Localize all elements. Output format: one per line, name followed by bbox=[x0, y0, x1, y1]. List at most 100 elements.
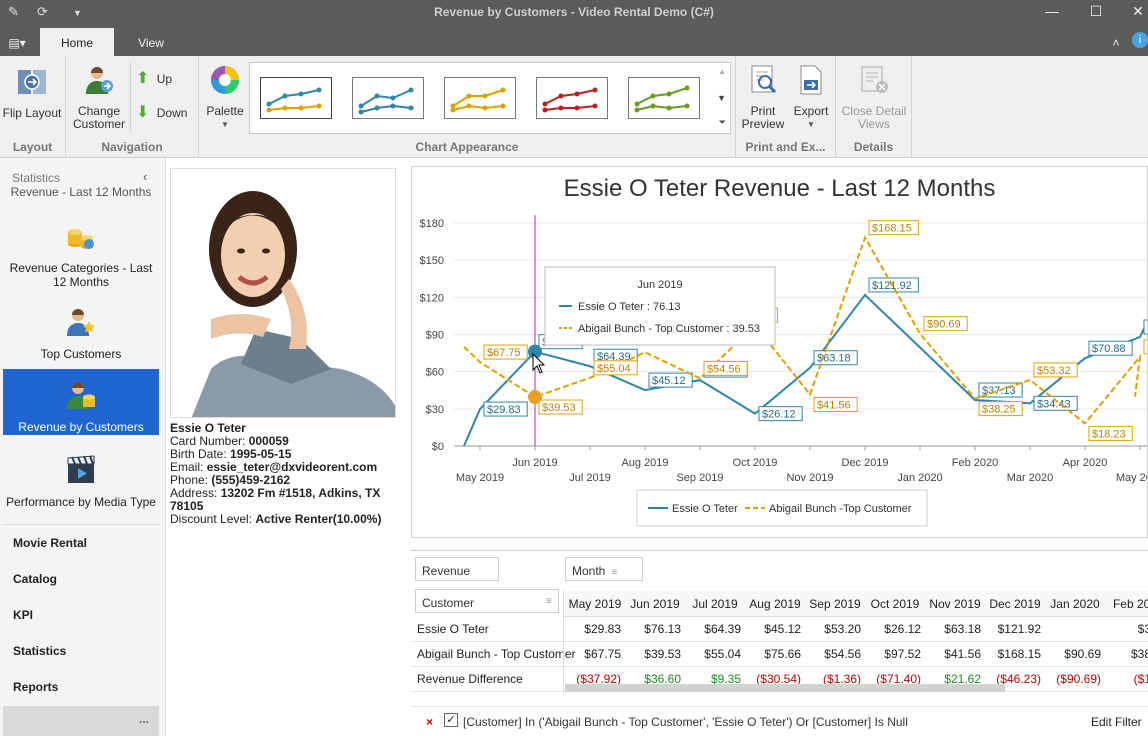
filter-enabled-checkbox[interactable]: ✓ bbox=[444, 713, 458, 727]
nav-group-catalog[interactable]: Catalog bbox=[13, 572, 57, 586]
chart-style-4[interactable] bbox=[536, 77, 608, 119]
sidebar-item-revenue-categories[interactable]: Revenue Categories - Last 12 Months bbox=[3, 220, 159, 289]
collapse-sidebar-icon[interactable]: ‹ bbox=[143, 169, 147, 184]
sidebar-item-label: Top Customers bbox=[40, 347, 122, 361]
export-icon bbox=[800, 65, 822, 95]
y-tick-label: $60 bbox=[426, 367, 444, 379]
tab-view[interactable]: View bbox=[124, 28, 178, 56]
nav-group-kpi[interactable]: KPI bbox=[13, 608, 33, 622]
export-button[interactable]: Export ▼ bbox=[788, 64, 834, 131]
filter-expression: [Customer] In ('Abigail Bunch - Top Cust… bbox=[463, 715, 908, 729]
collapse-ribbon-icon[interactable]: ˄ bbox=[1106, 28, 1126, 56]
up-button[interactable]: ⬆ Up bbox=[136, 71, 190, 87]
x-tick-label: Jun 2019 bbox=[512, 457, 557, 469]
data-label: $53.32 bbox=[1037, 365, 1071, 377]
row-header: Abigail Bunch - Top Customer bbox=[417, 647, 576, 661]
change-customer-button[interactable]: Change Customer bbox=[70, 64, 128, 131]
legend-item-essie[interactable]: Essie O Teter bbox=[672, 503, 738, 515]
flip-layout-button[interactable]: Flip Layout bbox=[2, 66, 62, 120]
x-tick-label: Jan 2020 bbox=[897, 472, 942, 484]
layout-group: Flip Layout Layout bbox=[0, 56, 66, 158]
tooltip-title: Jun 2019 bbox=[637, 279, 682, 291]
layout-group-label: Layout bbox=[12, 140, 53, 154]
chart-style-1[interactable] bbox=[260, 77, 332, 119]
x-tick-label: Apr 2020 bbox=[1063, 457, 1108, 469]
phone-value: (555)459-2162 bbox=[211, 473, 291, 487]
row-field-customer[interactable]: Customer ≡ bbox=[415, 589, 559, 613]
customer-star-icon bbox=[67, 309, 95, 336]
horizontal-scrollbar[interactable] bbox=[565, 684, 1005, 692]
chart-style-2[interactable] bbox=[352, 77, 424, 119]
table-cell: ($1.1 bbox=[1133, 672, 1148, 686]
phone-label: Phone: bbox=[170, 473, 212, 487]
chart-style-gallery: ▲ ▼ ⏷ bbox=[249, 62, 731, 134]
y-tick-label: $30 bbox=[426, 404, 444, 416]
coins-chart-icon bbox=[68, 229, 94, 249]
maximize-button[interactable]: ☐ bbox=[1086, 3, 1106, 20]
gallery-scroll-down-icon[interactable]: ▼ bbox=[717, 93, 726, 103]
info-icon[interactable]: i bbox=[1132, 32, 1148, 48]
minimize-button[interactable]: — bbox=[1042, 3, 1062, 19]
close-detail-views-button[interactable]: Close Detail Views bbox=[840, 64, 908, 131]
chart-style-3[interactable] bbox=[444, 77, 516, 119]
column-field-month[interactable]: Month ≡ bbox=[565, 557, 643, 581]
edit-filter-button[interactable]: Edit Filter bbox=[1091, 715, 1142, 729]
x-tick-label: Oct 2019 bbox=[733, 457, 778, 469]
close-button[interactable]: ✕ bbox=[1128, 3, 1148, 20]
navigation-sidebar: Statistics ‹ Revenue - Last 12 Months Re… bbox=[0, 158, 166, 736]
app-menu-icon[interactable]: ▤▾ bbox=[2, 28, 32, 56]
x-tick-label: Aug 2019 bbox=[621, 457, 668, 469]
x-tick-label: Sep 2019 bbox=[676, 472, 723, 484]
filter-sort-icon: ≡ bbox=[546, 596, 552, 607]
sidebar-item-performance-by-media-type[interactable]: Performance by Media Type bbox=[3, 454, 159, 510]
tab-home[interactable]: Home bbox=[40, 28, 114, 56]
column-header: Jun 2019 bbox=[630, 597, 680, 611]
palette-button[interactable]: Palette ▼ bbox=[203, 64, 247, 131]
tooltip-line-essie: Essie O Teter : 76.13 bbox=[578, 301, 681, 313]
table-cell: $29.83 bbox=[584, 622, 621, 636]
nav-group-statistics[interactable]: Statistics bbox=[13, 644, 66, 658]
film-clapper-icon bbox=[67, 455, 95, 483]
column-header: Jul 2019 bbox=[692, 597, 738, 611]
table-cell: $54.56 bbox=[824, 647, 861, 661]
close-detail-views-icon bbox=[861, 66, 888, 93]
nav-group-movie-rental[interactable]: Movie Rental bbox=[13, 536, 87, 550]
data-label: $55.04 bbox=[597, 363, 631, 375]
sidebar-item-revenue-last-12-months[interactable]: Revenue - Last 12 Months bbox=[3, 187, 159, 199]
tooltip-line-abigail: Abigail Bunch - Top Customer : 39.53 bbox=[578, 323, 760, 335]
column-header: Feb 202 bbox=[1112, 597, 1148, 611]
row-header: Revenue Difference bbox=[417, 672, 523, 686]
revenue-chart[interactable]: $0 $30 $60 $90 $120 $150 $180 May 2019 Jun 2019 J… bbox=[412, 167, 1147, 537]
down-button[interactable]: ⬇ Down bbox=[136, 105, 190, 121]
nav-group-reports[interactable]: Reports bbox=[13, 680, 58, 694]
sidebar-item-revenue-by-customers[interactable]: Revenue by Customers bbox=[3, 369, 159, 435]
data-label: $67.75 bbox=[487, 347, 521, 359]
gallery-expand-icon[interactable]: ⏷ bbox=[719, 117, 726, 128]
ribbon: Flip Layout Layout Change Customer ⬆ Up … bbox=[0, 56, 1148, 158]
data-label: $168.15 bbox=[872, 223, 912, 235]
more-button[interactable]: ... bbox=[3, 706, 159, 736]
print-group-label: Print and Ex... bbox=[745, 140, 826, 154]
highlight-marker-abigail[interactable] bbox=[528, 390, 542, 405]
data-label: $26.12 bbox=[762, 409, 796, 421]
data-label: $41.56 bbox=[817, 400, 851, 412]
navigation-group-label: Navigation bbox=[101, 140, 163, 154]
legend-item-abigail[interactable]: Abigail Bunch -Top Customer bbox=[769, 503, 912, 515]
gallery-scroll-up-icon[interactable]: ▲ bbox=[718, 67, 726, 76]
revenue-chart-panel: Essie O Teter Revenue - Last 12 Months $… bbox=[411, 166, 1148, 538]
table-cell: $97.52 bbox=[884, 647, 921, 661]
table-cell: $76.13 bbox=[644, 622, 681, 636]
chart-style-5[interactable] bbox=[628, 77, 700, 119]
print-preview-button[interactable]: Print Preview bbox=[738, 64, 788, 131]
table-cell: $63.18 bbox=[944, 622, 981, 636]
discount-level-label: Discount Level: bbox=[170, 512, 256, 526]
data-label: $45.12 bbox=[652, 375, 686, 387]
data-field-revenue[interactable]: Revenue bbox=[415, 557, 499, 581]
separator bbox=[130, 62, 131, 132]
data-label: $18.23 bbox=[1092, 428, 1126, 440]
row-field-label: Customer bbox=[422, 596, 475, 610]
sidebar-item-top-customers[interactable]: Top Customers bbox=[3, 306, 159, 362]
clear-filter-icon[interactable]: × bbox=[426, 715, 433, 729]
x-tick-label: Nov 2019 bbox=[786, 472, 833, 484]
details-group-label: Details bbox=[853, 140, 894, 154]
